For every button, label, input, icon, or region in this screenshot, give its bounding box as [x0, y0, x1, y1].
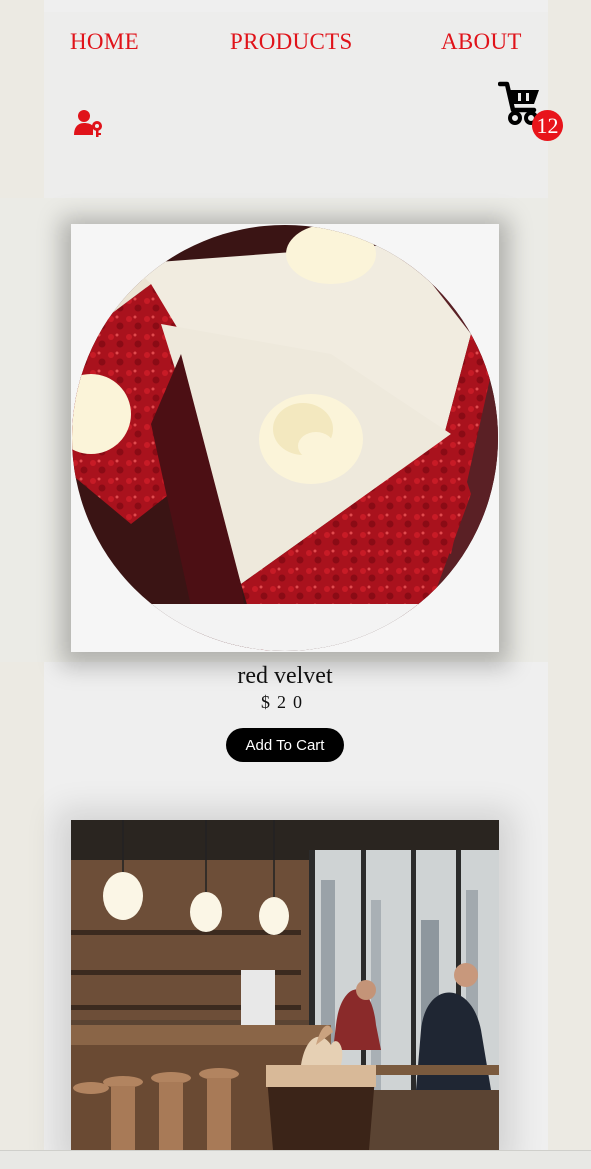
nav-products-link[interactable]: PRODUCTS — [230, 29, 353, 55]
cafe-interior-coffee-image[interactable] — [71, 820, 499, 1150]
page: HOME PRODUCTS ABOUT 12 red velvet $20 Ad… — [0, 0, 591, 1169]
user-key-icon[interactable] — [74, 109, 104, 137]
nav-home-link[interactable]: HOME — [70, 29, 139, 55]
nav-about-link[interactable]: ABOUT — [441, 29, 522, 55]
cart-count-badge: 12 — [532, 110, 563, 141]
add-to-cart-button[interactable]: Add To Cart — [226, 728, 344, 762]
header: HOME PRODUCTS ABOUT — [44, 12, 548, 200]
bottom-bar — [0, 1150, 591, 1169]
cart-button[interactable]: 12 — [498, 80, 566, 141]
product-name: red velvet — [237, 663, 333, 689]
product-price: $20 — [261, 692, 309, 712]
red-velvet-cake-image[interactable] — [71, 224, 499, 652]
